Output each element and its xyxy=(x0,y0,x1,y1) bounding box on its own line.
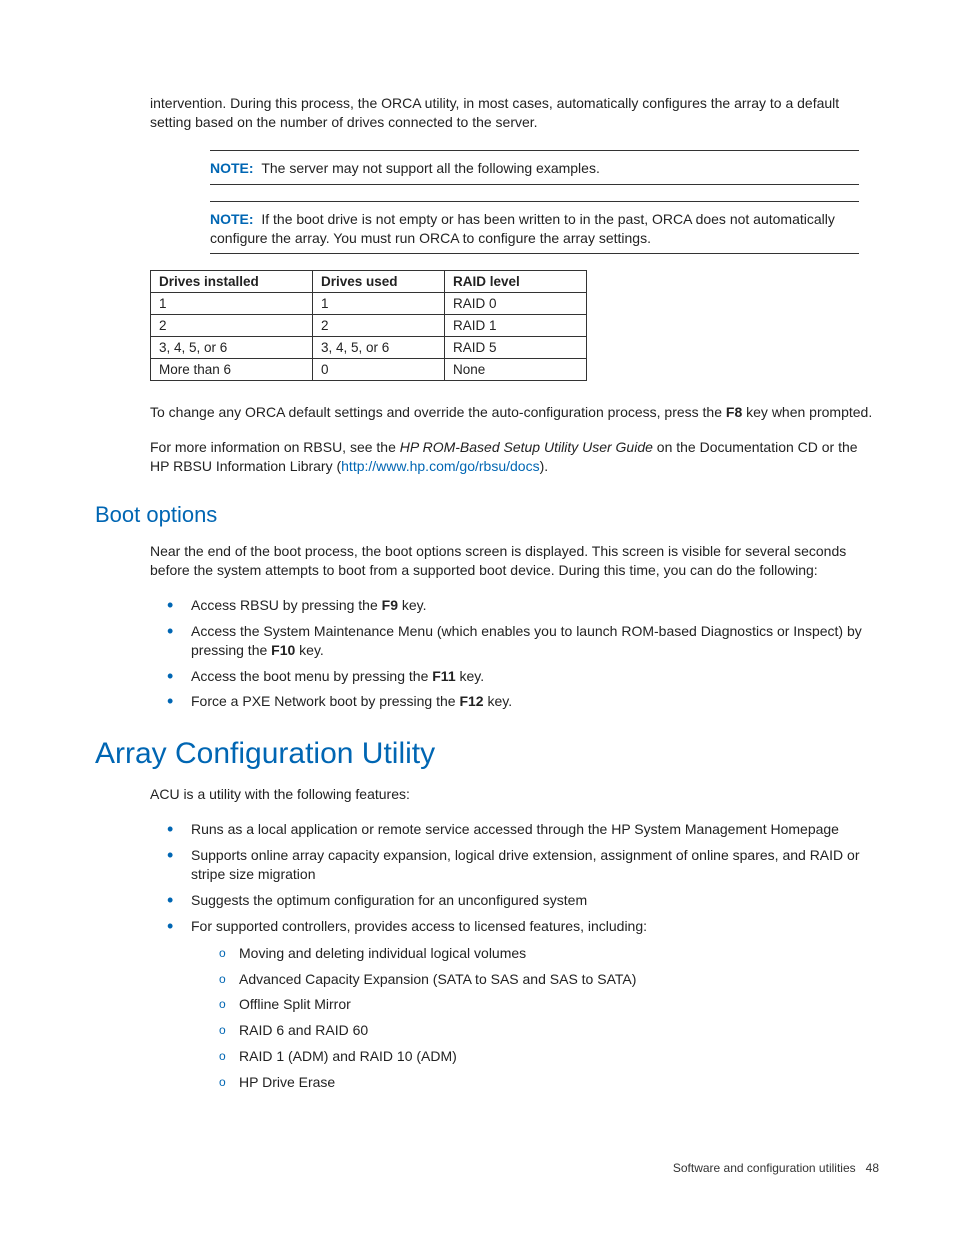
intro-paragraph: intervention. During this process, the O… xyxy=(150,94,879,132)
text: Access the boot menu by pressing the xyxy=(191,668,432,684)
list-item: Force a PXE Network boot by pressing the… xyxy=(167,692,879,711)
table-cell: More than 6 xyxy=(151,359,313,381)
table-row: 1 1 RAID 0 xyxy=(151,293,587,315)
raid-table: Drives installed Drives used RAID level … xyxy=(150,270,587,381)
text: ). xyxy=(540,458,549,474)
note-box-1: NOTE: The server may not support all the… xyxy=(210,150,859,185)
table-cell: 3, 4, 5, or 6 xyxy=(151,337,313,359)
note-text: The server may not support all the follo… xyxy=(261,160,600,176)
table-row: 2 2 RAID 1 xyxy=(151,315,587,337)
key-f12: F12 xyxy=(459,693,483,709)
text: Access RBSU by pressing the xyxy=(191,597,382,613)
text: To change any ORCA default settings and … xyxy=(150,404,726,420)
table-header: Drives installed xyxy=(151,271,313,293)
boot-intro: Near the end of the boot process, the bo… xyxy=(150,542,879,580)
acu-intro: ACU is a utility with the following feat… xyxy=(150,785,879,804)
note-label: NOTE: xyxy=(210,160,254,176)
table-cell: 2 xyxy=(313,315,445,337)
list-item: RAID 6 and RAID 60 xyxy=(219,1021,879,1040)
footer-text: Software and configuration utilities xyxy=(673,1161,856,1175)
text: key. xyxy=(456,668,485,684)
text: For supported controllers, provides acce… xyxy=(191,918,647,934)
more-info-para: For more information on RBSU, see the HP… xyxy=(150,438,879,476)
table-row: 3, 4, 5, or 6 3, 4, 5, or 6 RAID 5 xyxy=(151,337,587,359)
boot-options-heading: Boot options xyxy=(95,502,879,528)
list-item: Runs as a local application or remote se… xyxy=(167,820,879,839)
table-cell: None xyxy=(445,359,587,381)
guide-title: HP ROM-Based Setup Utility User Guide xyxy=(400,439,653,455)
table-cell: 3, 4, 5, or 6 xyxy=(313,337,445,359)
text: key. xyxy=(484,693,513,709)
table-header: RAID level xyxy=(445,271,587,293)
key-f9: F9 xyxy=(382,597,398,613)
list-item: Advanced Capacity Expansion (SATA to SAS… xyxy=(219,970,879,989)
table-cell: RAID 1 xyxy=(445,315,587,337)
list-item: For supported controllers, provides acce… xyxy=(167,917,879,1092)
list-item: Offline Split Mirror xyxy=(219,995,879,1014)
note-box-2: NOTE: If the boot drive is not empty or … xyxy=(210,201,859,255)
list-item: HP Drive Erase xyxy=(219,1073,879,1092)
page-number: 48 xyxy=(866,1161,879,1175)
table-row: More than 6 0 None xyxy=(151,359,587,381)
note-text: If the boot drive is not empty or has be… xyxy=(210,211,835,246)
key-f11: F11 xyxy=(432,668,455,684)
note-label: NOTE: xyxy=(210,211,254,227)
acu-bullets: Runs as a local application or remote se… xyxy=(95,820,879,1092)
text: Force a PXE Network boot by pressing the xyxy=(191,693,459,709)
text: key when prompted. xyxy=(742,404,872,420)
list-item: Access the boot menu by pressing the F11… xyxy=(167,667,879,686)
list-item: Access RBSU by pressing the F9 key. xyxy=(167,596,879,615)
page-content: intervention. During this process, the O… xyxy=(0,0,954,1168)
table-cell: 0 xyxy=(313,359,445,381)
table-cell: 2 xyxy=(151,315,313,337)
change-settings-para: To change any ORCA default settings and … xyxy=(150,403,879,422)
list-item: RAID 1 (ADM) and RAID 10 (ADM) xyxy=(219,1047,879,1066)
boot-bullets: Access RBSU by pressing the F9 key. Acce… xyxy=(95,596,879,711)
table-cell: RAID 5 xyxy=(445,337,587,359)
list-item: Suggests the optimum configuration for a… xyxy=(167,891,879,910)
table-cell: RAID 0 xyxy=(445,293,587,315)
table-header: Drives used xyxy=(313,271,445,293)
acu-heading: Array Configuration Utility xyxy=(95,737,879,771)
list-item: Moving and deleting individual logical v… xyxy=(219,944,879,963)
table-cell: 1 xyxy=(313,293,445,315)
key-f10: F10 xyxy=(271,642,295,658)
page-footer: Software and configuration utilities 48 xyxy=(673,1161,879,1175)
list-item: Supports online array capacity expansion… xyxy=(167,846,879,884)
text: key. xyxy=(398,597,427,613)
key-f8: F8 xyxy=(726,404,742,420)
text: key. xyxy=(295,642,324,658)
table-header-row: Drives installed Drives used RAID level xyxy=(151,271,587,293)
rbsu-link[interactable]: http://www.hp.com/go/rbsu/docs xyxy=(341,458,539,474)
table-cell: 1 xyxy=(151,293,313,315)
text: For more information on RBSU, see the xyxy=(150,439,400,455)
list-item: Access the System Maintenance Menu (whic… xyxy=(167,622,879,660)
acu-sub-bullets: Moving and deleting individual logical v… xyxy=(191,944,879,1092)
